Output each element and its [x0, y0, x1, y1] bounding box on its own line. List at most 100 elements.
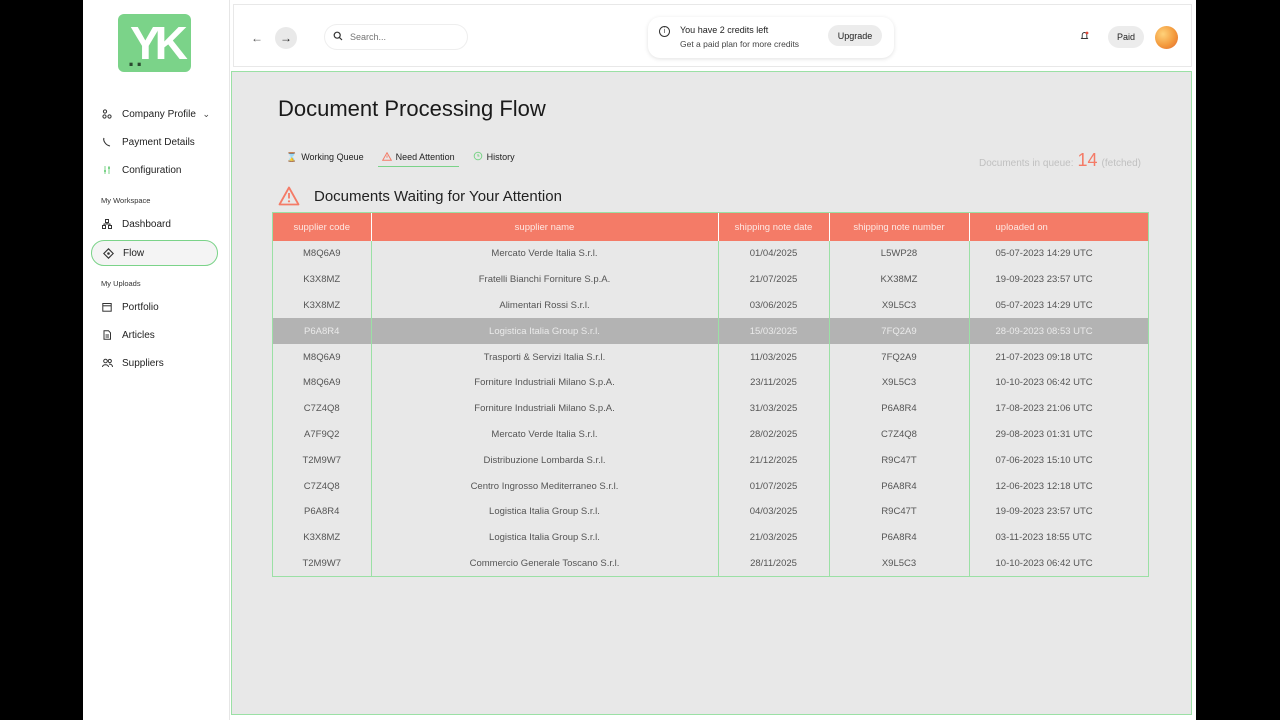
cell-shipping-note-date: 28/02/2025 — [718, 421, 830, 448]
cell-shipping-note-date: 04/03/2025 — [718, 498, 830, 525]
cell-supplier-name: Distribuzione Lombarda S.r.l. — [371, 447, 719, 474]
sidebar-item-portfolio[interactable]: Portfolio — [91, 294, 218, 320]
phone-icon — [101, 136, 113, 148]
cell-uploaded-on: 05-07-2023 14:29 UTC — [995, 299, 1093, 311]
plan-badge[interactable]: Paid — [1108, 26, 1144, 48]
sidebar-item-flow[interactable]: Flow — [91, 240, 218, 266]
bell-icon[interactable] — [1080, 31, 1089, 44]
history-icon — [473, 151, 483, 163]
column-header-uploaded-on[interactable]: uploaded on — [969, 213, 1148, 241]
cell-uploaded-on: 10-10-2023 06:42 UTC — [995, 377, 1093, 389]
cell-shipping-note-number: P6A8R4 — [829, 395, 970, 422]
sidebar-item-label: Configuration — [122, 164, 182, 176]
tab-need-attention[interactable]: Need Attention — [377, 148, 459, 167]
table-row[interactable]: M8Q6A9 Trasporti & Servizi Italia S.r.l. 1… — [273, 344, 1148, 370]
table-row[interactable]: T2M9W7 Commercio Generale Toscano S.r.l. 2… — [273, 550, 1148, 577]
section-title-text: Documents Waiting for Your Attention — [314, 187, 562, 205]
cell-supplier-name: Trasporti & Servizi Italia S.r.l. — [371, 344, 719, 370]
cell-shipping-note-date: 21/03/2025 — [718, 524, 830, 551]
search-box[interactable] — [325, 25, 467, 49]
table-row[interactable]: M8Q6A9 Mercato Verde Italia S.r.l. 01/04/2… — [273, 241, 1148, 267]
cell-supplier-code: T2M9W7 — [273, 447, 372, 474]
cell-supplier-code: M8Q6A9 — [273, 344, 372, 370]
chevron-down-icon[interactable]: ⌄ — [202, 109, 210, 120]
table-row[interactable]: C7Z4Q8 Centro Ingrosso Mediterraneo S.r.l… — [273, 473, 1148, 499]
cell-shipping-note-number: P6A8R4 — [829, 524, 970, 551]
cell-supplier-name: Logistica Italia Group S.r.l. — [371, 498, 719, 525]
cell-supplier-name: Logistica Italia Group S.r.l. — [371, 524, 719, 551]
tab-working-queue[interactable]: ⌛ Working Queue — [282, 148, 368, 166]
cell-supplier-code: C7Z4Q8 — [273, 395, 372, 422]
sidebar-item-configuration[interactable]: Configuration — [91, 157, 218, 183]
table-row[interactable]: C7Z4Q8 Forniture Industriali Milano S.p.A… — [273, 395, 1148, 422]
cell-shipping-note-number: L5WP28 — [829, 241, 970, 267]
sidebar: YK .. Company Profile ⌄ Payment Details … — [83, 0, 230, 720]
cell-uploaded-on: 07-06-2023 15:10 UTC — [995, 454, 1093, 466]
cell-supplier-name: Commercio Generale Toscano S.r.l. — [371, 550, 719, 577]
back-arrow-icon[interactable]: ← — [246, 27, 268, 49]
hourglass-icon: ⌛ — [286, 151, 298, 162]
cell-uploaded-on: 28-09-2023 08:53 UTC — [969, 318, 1148, 345]
cell-uploaded-on: 19-09-2023 23:57 UTC — [995, 274, 1093, 286]
cell-supplier-code: A7F9Q2 — [273, 421, 372, 448]
flow-icon — [102, 247, 114, 259]
forward-arrow-icon[interactable]: → — [275, 27, 297, 49]
cell-shipping-note-number: 7FQ2A9 — [829, 344, 970, 370]
column-header-supplier-code[interactable]: supplier code — [273, 213, 372, 241]
sidebar-item-label: Dashboard — [122, 218, 171, 230]
tab-label: History — [486, 152, 515, 162]
table-row[interactable]: K3X8MZ Alimentari Rossi S.r.l. 03/06/2025 X… — [273, 292, 1148, 319]
cell-supplier-code: T2M9W7 — [273, 550, 372, 577]
main-content: Document Processing Flow ⌛ Working Queue… — [231, 71, 1192, 715]
upgrade-button[interactable]: Upgrade — [828, 25, 882, 46]
sidebar-item-articles[interactable]: Articles — [91, 322, 218, 348]
tab-label: Working Queue — [301, 152, 364, 162]
cell-supplier-code: K3X8MZ — [273, 292, 372, 319]
sidebar-item-label: Payment Details — [122, 136, 195, 148]
table-row[interactable]: K3X8MZ Logistica Italia Group S.r.l. 21/03… — [273, 524, 1148, 551]
avatar[interactable] — [1155, 26, 1178, 49]
cell-supplier-name: Fratelli Bianchi Forniture S.p.A. — [371, 266, 719, 293]
cell-shipping-note-date: 15/03/2025 — [718, 318, 830, 345]
queue-info: Documents in queue: 14 (fetched) — [979, 150, 1141, 171]
app-logo[interactable]: YK .. — [118, 14, 191, 72]
table-row[interactable]: M8Q6A9 Forniture Industriali Milano S.p.A… — [273, 369, 1148, 396]
tab-history[interactable]: History — [469, 148, 519, 166]
cell-shipping-note-number: C7Z4Q8 — [829, 421, 970, 448]
search-input[interactable] — [348, 31, 452, 43]
sidebar-item-company-profile[interactable]: Company Profile ⌄ — [91, 101, 218, 127]
cell-supplier-code: C7Z4Q8 — [273, 473, 372, 499]
table-row[interactable]: K3X8MZ Fratelli Bianchi Forniture S.p.A. 2… — [273, 266, 1148, 293]
table-row[interactable]: P6A8R4 Logistica Italia Group S.r.l. 04/03… — [273, 498, 1148, 525]
warning-icon — [381, 151, 392, 163]
cell-shipping-note-date: 21/07/2025 — [718, 266, 830, 293]
cell-shipping-note-date: 31/03/2025 — [718, 395, 830, 422]
cell-uploaded-on: 05-07-2023 14:29 UTC — [995, 248, 1093, 260]
column-header-shipping-note-date[interactable]: shipping note date — [718, 213, 830, 241]
queue-label: Documents in queue: — [978, 158, 1074, 169]
credits-text: You have 2 credits left — [680, 25, 769, 35]
cell-shipping-note-number: X9L5C3 — [829, 369, 970, 396]
table-row[interactable]: A7F9Q2 Mercato Verde Italia S.r.l. 28/02/2… — [273, 421, 1148, 448]
sidebar-item-suppliers[interactable]: Suppliers — [91, 350, 218, 376]
cell-supplier-name: Logistica Italia Group S.r.l. — [371, 318, 719, 345]
column-header-shipping-note-number[interactable]: shipping note number — [829, 213, 970, 241]
cell-uploaded-on: 03-11-2023 18:55 UTC — [995, 532, 1092, 544]
table-row[interactable]: T2M9W7 Distribuzione Lombarda S.r.l. 21/12… — [273, 447, 1148, 474]
sidebar-item-label: Portfolio — [122, 301, 159, 313]
app-window: YK .. Company Profile ⌄ Payment Details … — [83, 0, 1196, 720]
cell-supplier-code: P6A8R4 — [273, 318, 372, 345]
cell-supplier-name: Mercato Verde Italia S.r.l. — [371, 421, 719, 448]
sidebar-item-dashboard[interactable]: Dashboard — [91, 211, 218, 237]
users-icon — [101, 357, 113, 369]
cell-shipping-note-date: 03/06/2025 — [718, 292, 830, 319]
logo-dots: .. — [128, 46, 145, 71]
column-header-supplier-name[interactable]: supplier name — [371, 213, 719, 241]
cell-uploaded-on: 17-08-2023 21:06 UTC — [995, 403, 1093, 415]
table-row[interactable]: P6A8R4 Logistica Italia Group S.r.l. 15/03… — [273, 318, 1148, 345]
cell-shipping-note-date: 28/11/2025 — [718, 550, 830, 577]
sidebar-item-payment-details[interactable]: Payment Details — [91, 129, 218, 155]
queue-suffix: (fetched) — [1101, 158, 1141, 169]
cell-shipping-note-date: 23/11/2025 — [718, 369, 830, 396]
cell-supplier-code: M8Q6A9 — [273, 241, 372, 267]
